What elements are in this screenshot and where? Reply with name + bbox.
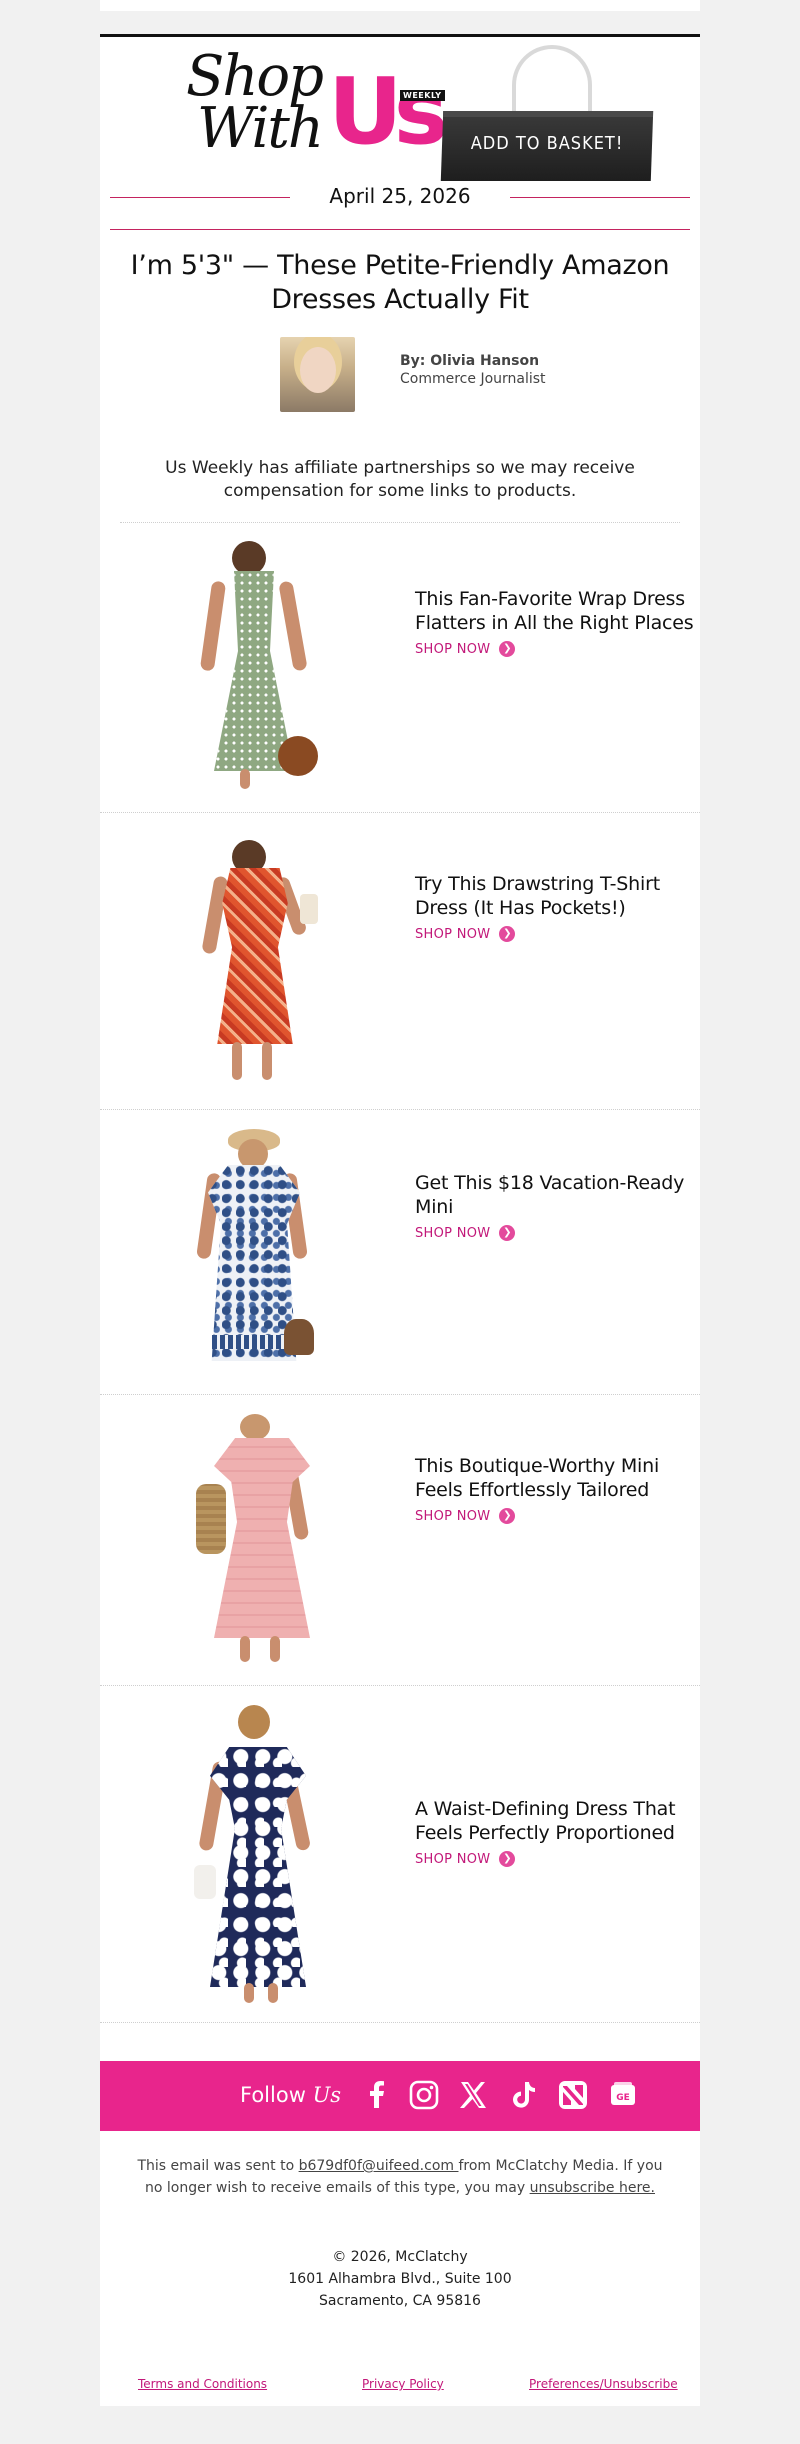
product-card-3: Get This $18 Vacation-Ready Mini SHOP NO… (100, 1111, 700, 1395)
article-headline[interactable]: I’m 5'3" — These Petite-Friendly Amazon … (120, 249, 680, 317)
shop-now-label: SHOP NOW (415, 1225, 491, 1241)
chevron-right-icon: ❯ (499, 926, 516, 942)
product-card-5: A Waist-Defining Dress That Feels Perfec… (100, 1687, 700, 2023)
follow-us-label: Follow Us (240, 2083, 341, 2107)
product-card-2: Try This Drawstring T-Shirt Dress (It Ha… (100, 814, 700, 1110)
address-line-2: Sacramento, CA 95816 (319, 2293, 481, 2309)
shop-now-label: SHOP NOW (415, 1508, 491, 1524)
issue-date: April 25, 2026 (329, 184, 471, 208)
shop-with-us-logo[interactable]: Shop With Us WEEKLY (162, 49, 462, 165)
preferences-link[interactable]: Preferences/Unsubscribe (529, 2377, 678, 2391)
product-title-1[interactable]: This Fan-Favorite Wrap Dress Flatters in… (415, 587, 700, 635)
shop-now-button-3[interactable]: SHOP NOW ❯ (415, 1225, 516, 1241)
follow-word: Follow (240, 2083, 306, 2107)
product-title-5[interactable]: A Waist-Defining Dress That Feels Perfec… (415, 1797, 700, 1845)
author-avatar (280, 337, 355, 412)
product-card-1: This Fan-Favorite Wrap Dress Flatters in… (100, 523, 700, 813)
copyright: © 2026, McClatchy (332, 2249, 468, 2265)
shop-now-button-5[interactable]: SHOP NOW ❯ (415, 1851, 516, 1867)
address-line-1: 1601 Alhambra Blvd., Suite 100 (288, 2271, 512, 2287)
product-title-3[interactable]: Get This $18 Vacation-Ready Mini (415, 1171, 700, 1219)
add-to-basket-banner[interactable]: ADD TO BASKET! (440, 45, 654, 185)
shop-now-button-2[interactable]: SHOP NOW ❯ (415, 926, 516, 942)
product-image-blue-paisley-mini[interactable] (188, 1129, 318, 1379)
recipient-email-link[interactable]: b679df0f@uifeed.com (299, 2158, 459, 2174)
product-title-2[interactable]: Try This Drawstring T-Shirt Dress (It Ha… (415, 872, 700, 920)
product-title-4[interactable]: This Boutique-Worthy Mini Feels Effortle… (415, 1454, 700, 1502)
chevron-right-icon: ❯ (499, 1508, 516, 1524)
footer-sent-notice: This email was sent to b679df0f@uifeed.c… (130, 2155, 670, 2199)
email-card: Shop With Us WEEKLY ADD TO BASKET! April… (100, 34, 700, 2406)
author-role: Commerce Journalist (400, 371, 546, 387)
instagram-icon[interactable] (409, 2080, 439, 2110)
google-news-icon[interactable]: GE (608, 2080, 638, 2110)
logo-us-text: Us (328, 58, 449, 165)
chevron-right-icon: ❯ (499, 641, 516, 657)
logo-weekly-badge: WEEKLY (400, 90, 445, 101)
product-card-4: This Boutique-Worthy Mini Feels Effortle… (100, 1396, 700, 1686)
product-image-orange-tshirt-dress[interactable] (188, 832, 318, 1082)
product-image-pink-boutique-mini[interactable] (188, 1414, 318, 1664)
svg-text:GE: GE (616, 2093, 630, 2103)
unsubscribe-link[interactable]: unsubscribe here. (530, 2180, 655, 2196)
chevron-right-icon: ❯ (499, 1851, 516, 1867)
author-name: By: Olivia Hanson (400, 353, 540, 369)
add-to-basket-label: ADD TO BASKET! (470, 133, 624, 154)
bag-handle-icon (512, 45, 592, 121)
product-image-green-wrap-dress[interactable] (188, 541, 318, 791)
affiliate-disclosure: Us Weekly has affiliate partnerships so … (165, 458, 635, 501)
x-icon[interactable] (458, 2080, 488, 2110)
chevron-right-icon: ❯ (499, 1225, 516, 1241)
shop-now-label: SHOP NOW (415, 641, 491, 657)
product-image-navy-floral-dress[interactable] (188, 1705, 318, 2005)
terms-link[interactable]: Terms and Conditions (138, 2377, 267, 2391)
sent-prefix-text: This email was sent to (137, 2158, 299, 2174)
apple-news-icon[interactable] (558, 2080, 588, 2110)
header-divider (110, 229, 690, 230)
shop-now-button-1[interactable]: SHOP NOW ❯ (415, 641, 516, 657)
shop-now-button-4[interactable]: SHOP NOW ❯ (415, 1508, 516, 1524)
top-preheader-strip (100, 0, 700, 11)
facebook-icon[interactable] (362, 2080, 392, 2110)
logo-shop-with-text: Shop With (162, 49, 324, 161)
follow-us-word: Us (312, 2083, 342, 2107)
shop-now-label: SHOP NOW (415, 926, 491, 942)
logo-with-word: With (196, 96, 324, 161)
privacy-link[interactable]: Privacy Policy (362, 2377, 444, 2391)
follow-us-bar: Follow Us GE (100, 2061, 700, 2131)
shop-now-label: SHOP NOW (415, 1851, 491, 1867)
tiktok-icon[interactable] (508, 2080, 538, 2110)
